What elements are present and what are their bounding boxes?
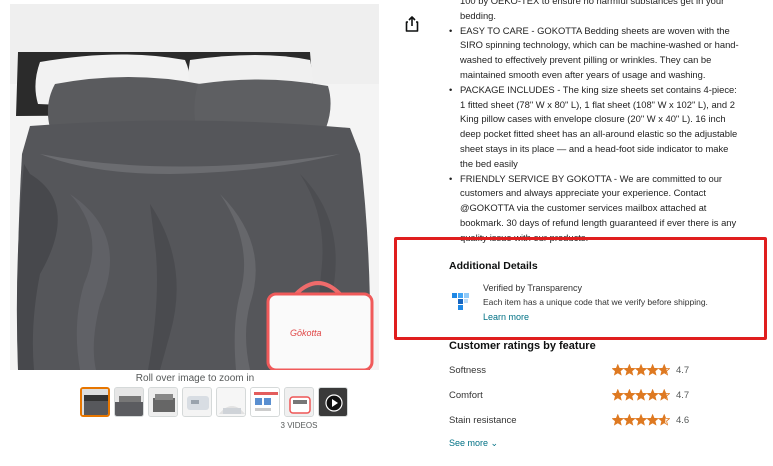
bullet-line: PACKAGE INCLUDES - The king size sheets … (449, 83, 773, 98)
rating-feature-label: Comfort (449, 390, 483, 401)
learn-more-link[interactable]: Learn more (483, 312, 529, 322)
rating-row: Comfort 4.7 (449, 389, 749, 403)
chevron-down-icon: ⌄ (490, 438, 499, 448)
thumbnail-bed-white[interactable] (216, 387, 246, 417)
thumbnail-video[interactable] (318, 387, 348, 417)
description-line: the bed easily (460, 157, 518, 169)
thumbnail-bed-gray[interactable] (80, 387, 110, 417)
rating-feature-label: Softness (449, 365, 486, 376)
main-product-image[interactable]: Gōkotta (10, 4, 379, 370)
bullet-line: FRIENDLY SERVICE BY GOKOTTA - We are com… (449, 172, 773, 187)
description-line: deep pocket fitted sheet has an all-arou… (460, 128, 738, 140)
rating-feature-label: Stain resistance (449, 415, 517, 426)
transparency-verified-label: Verified by Transparency (483, 283, 583, 293)
see-more-label: See more (449, 438, 489, 448)
rating-row: Softness 4.7 (449, 364, 749, 378)
description-line: @GOKOTTA via the customer services mailb… (460, 202, 707, 214)
rating-score: 4.7 (676, 390, 690, 401)
bag-brand-label: Gōkotta (290, 328, 322, 338)
description-line: bookmark. 30 days of refund length guara… (460, 216, 737, 228)
zoom-caption: Roll over image to zoom in (135, 373, 255, 384)
transparency-description: Each item has a unique code that we veri… (483, 297, 708, 307)
additional-details-title: Additional Details (449, 260, 538, 272)
rating-score: 4.7 (676, 365, 690, 376)
thumbnail-pillow-case[interactable] (182, 387, 212, 417)
rating-row: Stain resistance 4.6 (449, 414, 749, 428)
star-rating-icon (612, 364, 670, 376)
thumbnail-bed-gray-2[interactable] (114, 387, 144, 417)
rating-score: 4.6 (676, 415, 690, 426)
bed-sheets-photo: Gōkotta (10, 4, 379, 370)
storage-bag: Gōkotta (266, 281, 374, 370)
thumbnail-strip (80, 387, 348, 417)
thumbnail-sheet-folded[interactable] (148, 387, 178, 417)
bullet-line: EASY TO CARE - GOKOTTA Bedding sheets ar… (449, 24, 773, 39)
description-line: bedding. (460, 9, 496, 21)
description-line: maintained smooth even after years of us… (460, 68, 706, 80)
thumbnail-bag[interactable] (284, 387, 314, 417)
share-icon[interactable] (403, 15, 421, 33)
description-line: SIRO spinning technology, which can be m… (460, 39, 739, 51)
see-more-link[interactable]: See more ⌄ (449, 438, 498, 449)
description-line: sheet stays in its place — and a head-fo… (460, 142, 729, 154)
description-line: 100 by OEKO-TEX to ensure no harmful sub… (460, 0, 725, 6)
description-line: washed to effectively prevent pilling or… (460, 54, 712, 66)
product-description-bullets: 100 by OEKO-TEX to ensure no harmful sub… (449, 0, 773, 246)
star-rating-icon (612, 389, 670, 401)
thumbnail-size-chart[interactable] (250, 387, 280, 417)
description-line: King pillow cases with envelope closure … (460, 113, 726, 125)
transparency-logo-icon (452, 289, 474, 311)
description-line: customers and always appreciate your exp… (460, 187, 706, 199)
description-line: 1 fitted sheet (78" W x 80" L), 1 flat s… (460, 98, 735, 110)
star-rating-icon (612, 414, 670, 426)
videos-caption: 3 VIDEOS (280, 421, 318, 430)
ratings-by-feature-title: Customer ratings by feature (449, 340, 596, 352)
